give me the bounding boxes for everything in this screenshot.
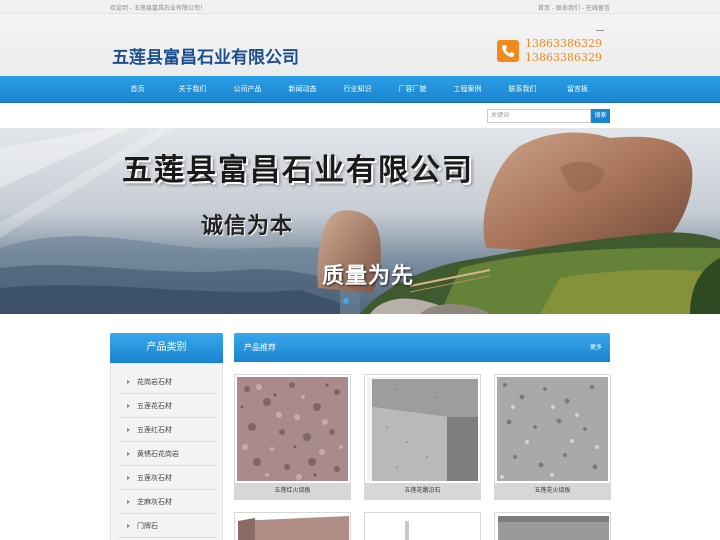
- sidebar-item-label: 门牌石: [137, 522, 158, 530]
- product-image-partial: [368, 516, 479, 540]
- arrow-right-icon: [127, 452, 130, 456]
- search-button[interactable]: 搜索: [591, 109, 610, 123]
- granite-texture-image: [237, 377, 348, 481]
- product-image-partial: [498, 516, 609, 540]
- product-card[interactable]: 五莲红火烧板: [234, 374, 351, 500]
- sidebar-item-label: 黄锈石花岗岩: [137, 450, 179, 458]
- nav-item-news[interactable]: 新闻动态: [275, 76, 330, 103]
- banner-pager-dot[interactable]: [343, 298, 349, 304]
- top-bar: 欢迎到 - 五莲县富昌石业有限公司！ 首页 - 联系我们 - 在线留言: [0, 0, 720, 14]
- sidebar-item-zhimahui[interactable]: 芝麻灰石材: [119, 490, 217, 514]
- top-link-home[interactable]: 首页: [538, 5, 550, 12]
- product-recommend-header: 产品推荐 更多: [234, 333, 610, 362]
- product-card[interactable]: [234, 512, 351, 540]
- nav-item-home[interactable]: 首页: [110, 76, 165, 103]
- sidebar-list: 花岗岩石材 五莲花石材 五莲红石材 黄锈石花岗岩 五莲灰石材 芝麻灰石材 门牌石: [110, 363, 223, 540]
- banner-slogan-1: 诚信为本: [201, 214, 294, 239]
- phone-numbers: 13863386329 13863386329: [525, 37, 602, 65]
- nav-item-guestbook[interactable]: 留言板: [550, 76, 605, 103]
- nav-item-products[interactable]: 公司产品: [220, 76, 275, 103]
- sidebar-item-label: 芝麻灰石材: [137, 498, 172, 506]
- sidebar-item-label: 五莲灰石材: [137, 474, 172, 482]
- arrow-right-icon: [127, 476, 130, 480]
- product-card[interactable]: [494, 512, 611, 540]
- sidebar-item-wulianhong[interactable]: 五莲红石材: [119, 418, 217, 442]
- main-nav: 首页 关于我们 公司产品 新闻动态 行业知识 厂容厂貌 工程案例 联系我们 留言…: [0, 76, 720, 103]
- product-caption: 五莲红火烧板: [235, 483, 350, 499]
- product-card[interactable]: [364, 512, 481, 540]
- product-caption: 五莲花火烧板: [495, 483, 610, 499]
- product-image-partial: [238, 516, 349, 540]
- nav-item-cases[interactable]: 工程案例: [440, 76, 495, 103]
- top-link-message[interactable]: 在线留言: [586, 5, 610, 12]
- grey-granite-texture-image: [497, 377, 608, 481]
- nav-item-about[interactable]: 关于我们: [165, 76, 220, 103]
- banner-title: 五莲县富昌石业有限公司: [122, 153, 474, 188]
- sidebar-item-label: 五莲红石材: [137, 426, 172, 434]
- sidebar-item-label: 五莲花石材: [137, 402, 172, 410]
- arrow-right-icon: [127, 428, 130, 432]
- sidebar-title: 产品类别: [110, 333, 223, 363]
- banner-slogan-2: 质量为先: [322, 264, 415, 289]
- hero-banner: 五莲县富昌石业有限公司 诚信为本 质量为先: [0, 128, 720, 314]
- sidebar-item-menpai[interactable]: 门牌石: [119, 514, 217, 538]
- product-category-sidebar: 产品类别 花岗岩石材 五莲花石材 五莲红石材 黄锈石花岗岩 五莲灰石材 芝麻灰石…: [110, 333, 223, 540]
- phone-number-2: 13863386329: [525, 51, 602, 64]
- arrow-right-icon: [127, 524, 130, 528]
- search-input[interactable]: 关键词: [487, 109, 591, 123]
- phone-glyph-icon: [502, 45, 514, 57]
- arrow-right-icon: [127, 404, 130, 408]
- sidebar-item-wulianhui[interactable]: 五莲灰石材: [119, 466, 217, 490]
- product-card[interactable]: 五莲花路沿石: [364, 374, 481, 500]
- search-bar: 关键词 搜索: [0, 103, 720, 128]
- sidebar-item-granite[interactable]: 花岗岩石材: [119, 370, 217, 394]
- product-image-grey-granite: [497, 377, 608, 481]
- nav-item-factory[interactable]: 厂容厂貌: [385, 76, 440, 103]
- arrow-right-icon: [127, 500, 130, 504]
- arrow-right-icon: [127, 380, 130, 384]
- nav-item-knowledge[interactable]: 行业知识: [330, 76, 385, 103]
- curbstone-image: [367, 377, 478, 481]
- phone-number-1: 13863386329: [525, 37, 602, 50]
- top-link-contact[interactable]: 联系我们: [556, 5, 580, 12]
- section-title: 产品推荐: [244, 343, 276, 352]
- product-image-curbstone: [367, 377, 478, 481]
- divider: [596, 30, 604, 31]
- welcome-text: 欢迎到 - 五莲县富昌石业有限公司！: [110, 5, 206, 12]
- sidebar-item-label: 花岗岩石材: [137, 378, 172, 386]
- company-logo[interactable]: 五莲县富昌石业有限公司: [112, 43, 299, 68]
- sidebar-item-wulianhua[interactable]: 五莲花石材: [119, 394, 217, 418]
- phone-icon: [497, 40, 519, 62]
- product-image-red-granite: [237, 377, 348, 481]
- site-header: 五莲县富昌石业有限公司 13863386329 13863386329: [0, 14, 720, 76]
- nav-item-contact[interactable]: 联系我们: [495, 76, 550, 103]
- top-links: 首页 - 联系我们 - 在线留言: [538, 3, 610, 12]
- more-link[interactable]: 更多: [590, 333, 602, 362]
- product-card[interactable]: 五莲花火烧板: [494, 374, 611, 500]
- product-caption: 五莲花路沿石: [365, 483, 480, 499]
- sidebar-item-huangxiu[interactable]: 黄锈石花岗岩: [119, 442, 217, 466]
